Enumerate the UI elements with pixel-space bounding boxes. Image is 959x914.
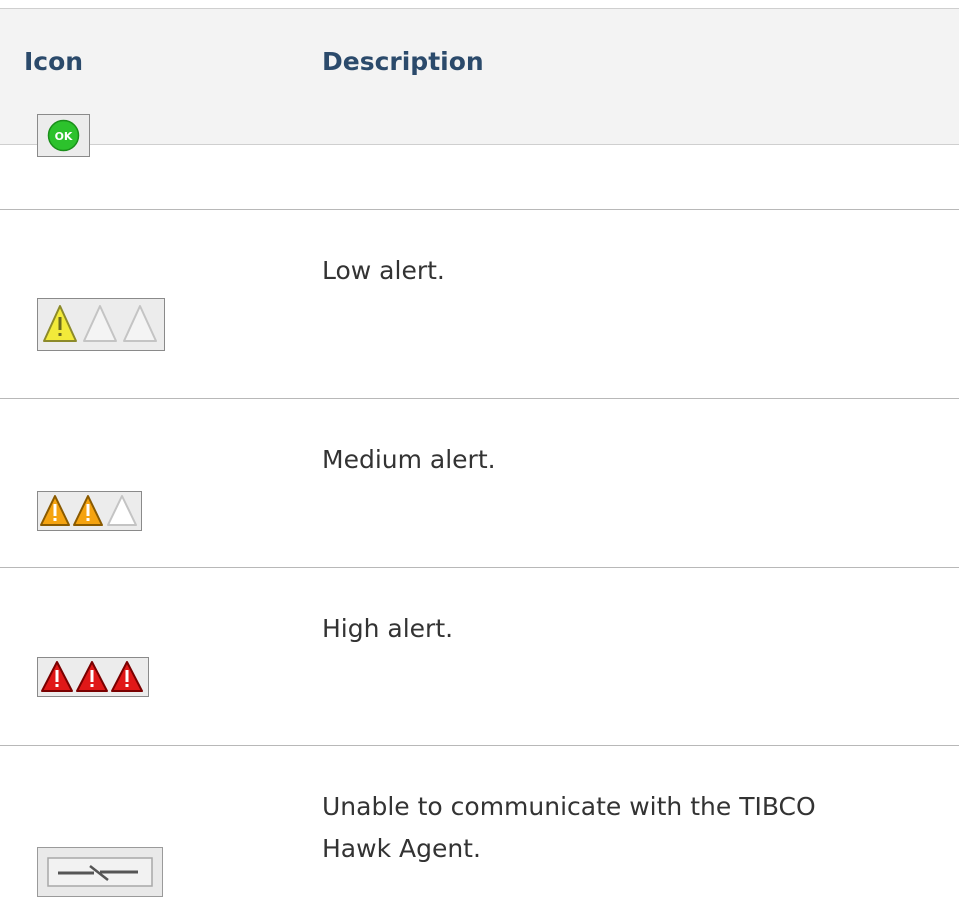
icon-description-table: Icon Description OK Low alert. Medium al… (0, 0, 959, 914)
high-alert-icon (37, 657, 149, 697)
column-header-icon: Icon (24, 47, 84, 76)
disconnected-icon (37, 847, 163, 897)
table-row: Low alert. (0, 210, 959, 399)
table-row: High alert. (0, 568, 959, 746)
table-row: OK (0, 114, 959, 210)
ok-status-label: OK (55, 130, 73, 143)
table-row: Medium alert. (0, 399, 959, 568)
table-header-row: Icon Description (0, 8, 959, 145)
column-header-description: Description (322, 47, 484, 76)
medium-alert-icon (37, 491, 142, 531)
low-alert-icon (37, 298, 165, 351)
row-description: Medium alert. (322, 445, 496, 474)
table-row: Unable to communicate with the TIBCO Haw… (0, 746, 959, 914)
row-description: High alert. (322, 614, 454, 643)
row-description: Unable to communicate with the TIBCO Haw… (322, 792, 816, 863)
row-description: Low alert. (322, 256, 445, 285)
ok-status-icon: OK (37, 114, 90, 157)
